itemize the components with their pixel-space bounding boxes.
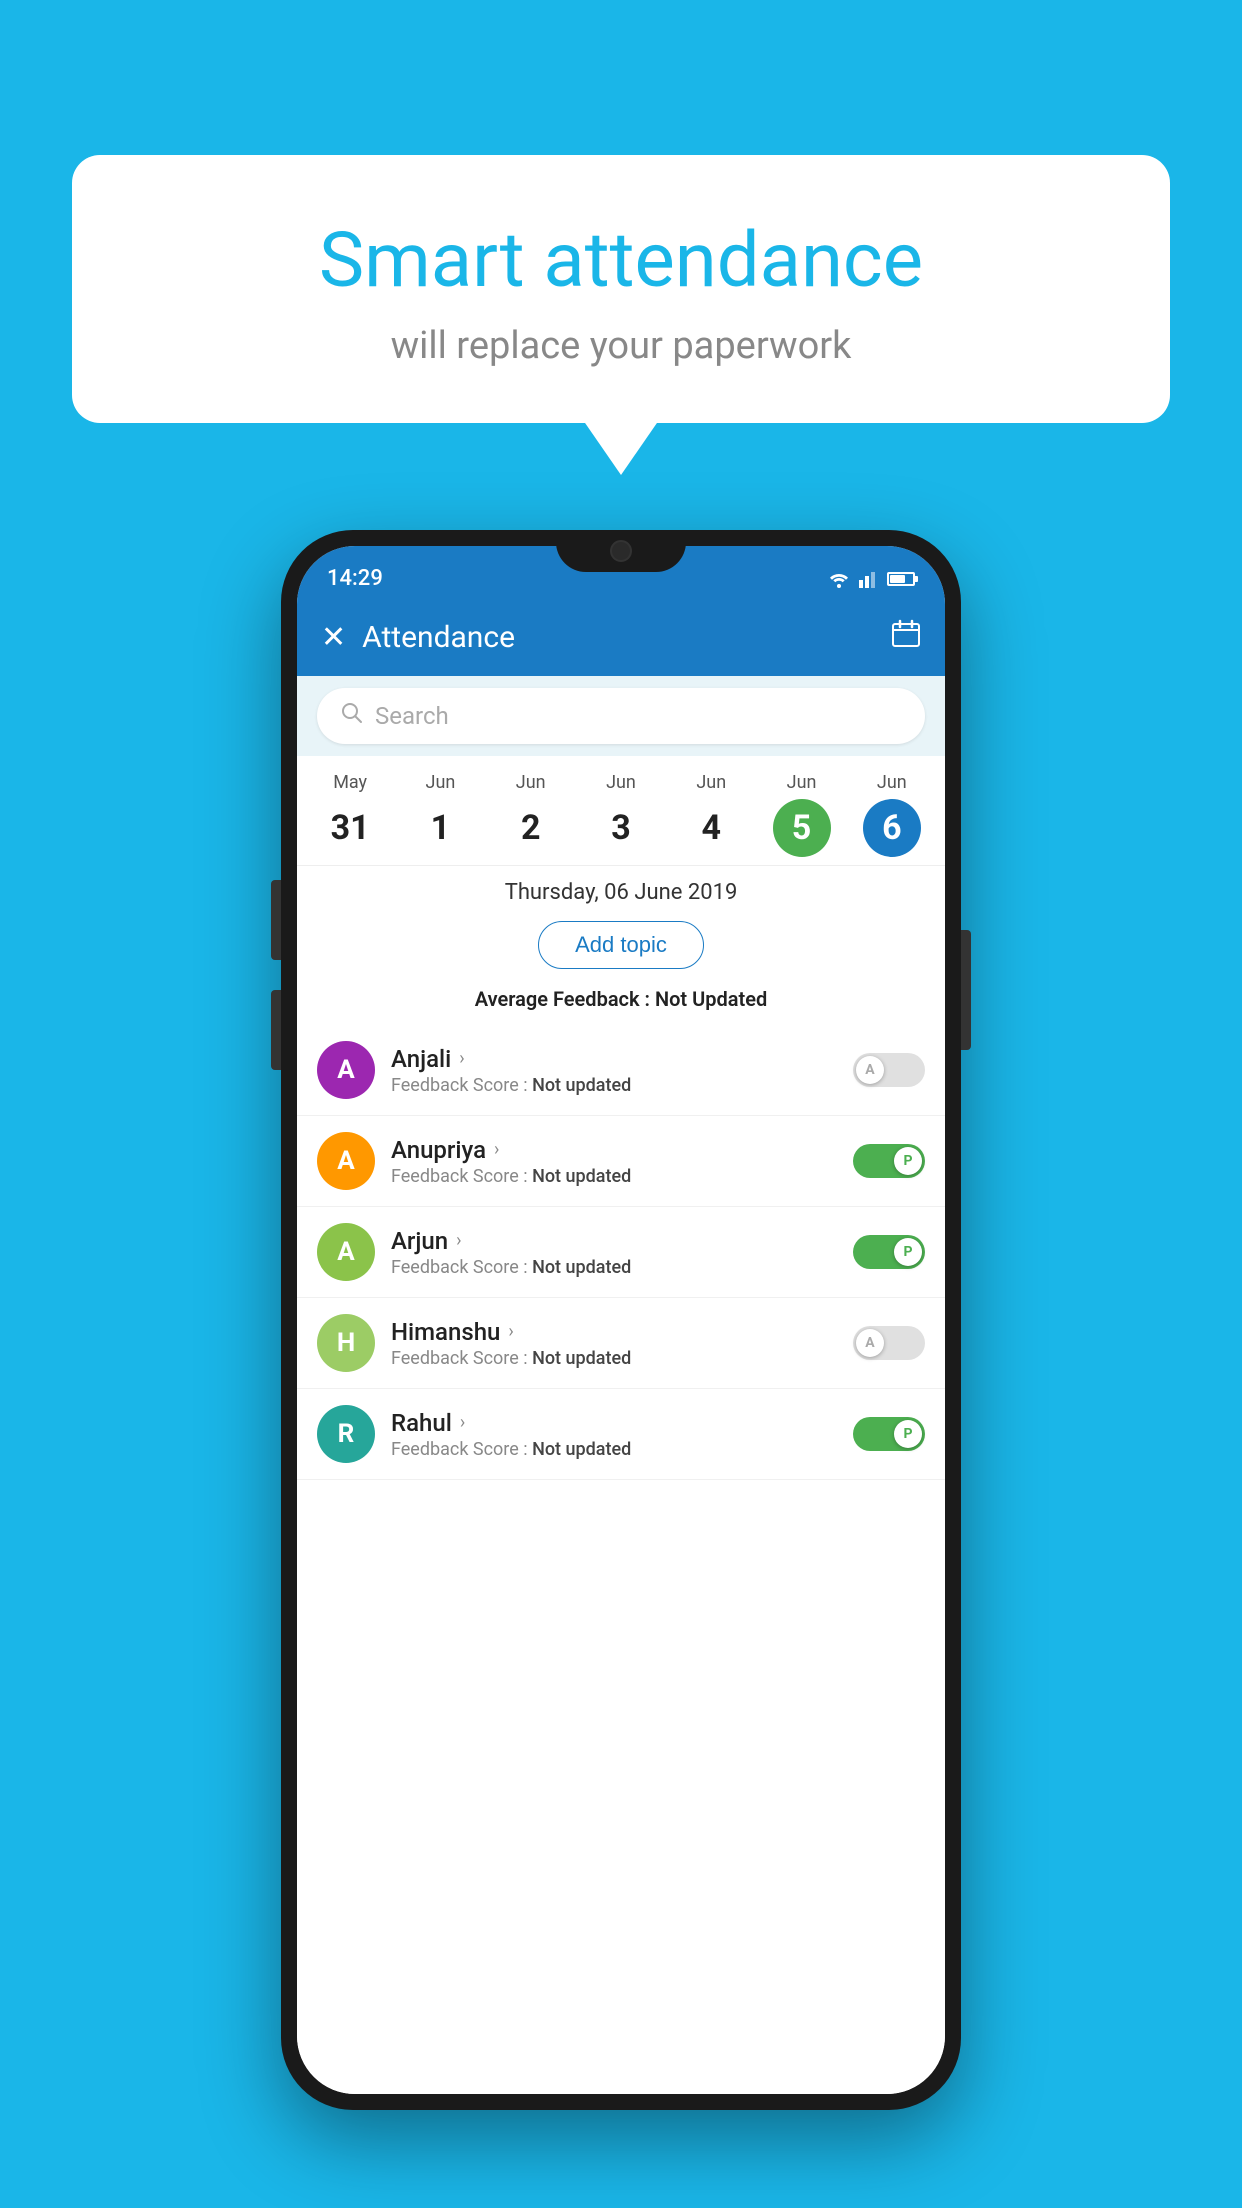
attendance-toggle-container: P — [853, 1235, 925, 1269]
add-topic-container: Add topic — [297, 915, 945, 983]
cal-date-label: 6 — [863, 799, 921, 857]
student-item[interactable]: A Anupriya › Feedback Score : Not updated P — [297, 1116, 945, 1207]
toggle-knob: P — [894, 1147, 922, 1175]
student-info: Anupriya › Feedback Score : Not updated — [391, 1136, 853, 1187]
attendance-toggle[interactable]: P — [853, 1235, 925, 1269]
attendance-toggle[interactable]: P — [853, 1144, 925, 1178]
student-name: Anjali — [391, 1045, 451, 1073]
chevron-right-icon: › — [460, 1412, 465, 1433]
student-avatar: H — [317, 1314, 375, 1372]
calendar-day[interactable]: Jun 4 — [682, 772, 740, 857]
student-info: Himanshu › Feedback Score : Not updated — [391, 1318, 853, 1369]
toggle-knob: P — [894, 1238, 922, 1266]
phone-wrapper: 14:29 — [281, 530, 961, 2110]
feedback-score: Feedback Score : Not updated — [391, 1257, 853, 1278]
attendance-toggle[interactable]: A — [853, 1326, 925, 1360]
search-placeholder: Search — [375, 702, 449, 730]
student-name: Anupriya — [391, 1136, 486, 1164]
calendar-button[interactable] — [891, 619, 921, 656]
attendance-toggle-container: P — [853, 1417, 925, 1451]
phone-notch — [556, 530, 686, 572]
cal-date-label: 2 — [502, 799, 560, 857]
toggle-knob: A — [856, 1329, 884, 1357]
chevron-right-icon: › — [508, 1321, 513, 1342]
signal-icon — [859, 570, 879, 588]
app-bar-left: ✕ Attendance — [321, 620, 515, 655]
cal-month-label: Jun — [516, 772, 546, 793]
calendar-day[interactable]: Jun 6 — [863, 772, 921, 857]
phone-outer: 14:29 — [281, 530, 961, 2110]
calendar-day[interactable]: Jun 3 — [592, 772, 650, 857]
cal-month-label: Jun — [696, 772, 726, 793]
attendance-toggle-container: A — [853, 1326, 925, 1360]
chevron-right-icon: › — [494, 1139, 499, 1160]
cal-month-label: Jun — [787, 772, 817, 793]
feedback-score: Feedback Score : Not updated — [391, 1439, 853, 1460]
calendar-day[interactable]: May 31 — [321, 772, 379, 857]
cal-month-label: Jun — [606, 772, 636, 793]
search-container: Search — [297, 676, 945, 756]
attendance-toggle-container: A — [853, 1053, 925, 1087]
student-item[interactable]: H Himanshu › Feedback Score : Not updatedA — [297, 1298, 945, 1389]
feedback-score: Feedback Score : Not updated — [391, 1166, 853, 1187]
toggle-knob: P — [894, 1420, 922, 1448]
toggle-knob: A — [856, 1056, 884, 1084]
status-time: 14:29 — [327, 566, 383, 591]
student-name: Himanshu — [391, 1318, 500, 1346]
cal-date-label: 3 — [592, 799, 650, 857]
student-item[interactable]: R Rahul › Feedback Score : Not updated P — [297, 1389, 945, 1480]
feedback-score: Feedback Score : Not updated — [391, 1075, 853, 1096]
calendar-day[interactable]: Jun 2 — [502, 772, 560, 857]
search-icon — [341, 702, 363, 730]
student-avatar: R — [317, 1405, 375, 1463]
chevron-right-icon: › — [456, 1230, 461, 1251]
student-name: Arjun — [391, 1227, 448, 1255]
search-bar[interactable]: Search — [317, 688, 925, 744]
app-bar: ✕ Attendance — [297, 601, 945, 676]
power-button[interactable] — [961, 930, 971, 1050]
cal-date-label: 31 — [321, 799, 379, 857]
cal-date-label: 1 — [411, 799, 469, 857]
student-avatar: A — [317, 1223, 375, 1281]
status-icons — [827, 570, 915, 588]
selected-date-label: Thursday, 06 June 2019 — [297, 866, 945, 915]
attendance-toggle[interactable]: A — [853, 1053, 925, 1087]
close-button[interactable]: ✕ — [321, 620, 346, 655]
speech-bubble: Smart attendance will replace your paper… — [72, 155, 1170, 423]
cal-month-label: May — [333, 772, 367, 793]
calendar-day[interactable]: Jun 5 — [773, 772, 831, 857]
student-info: Anjali › Feedback Score : Not updated — [391, 1045, 853, 1096]
battery-icon — [887, 572, 915, 586]
bubble-title: Smart attendance — [122, 215, 1120, 306]
attendance-toggle-container: P — [853, 1144, 925, 1178]
bubble-subtitle: will replace your paperwork — [122, 324, 1120, 368]
attendance-toggle[interactable]: P — [853, 1417, 925, 1451]
student-name: Rahul — [391, 1409, 452, 1437]
student-avatar: A — [317, 1041, 375, 1099]
camera-notch — [610, 540, 632, 562]
volume-down-button[interactable] — [271, 990, 281, 1070]
add-topic-button[interactable]: Add topic — [538, 921, 704, 969]
app-title: Attendance — [362, 620, 515, 655]
calendar-day[interactable]: Jun 1 — [411, 772, 469, 857]
wifi-icon — [827, 570, 851, 588]
student-info: Rahul › Feedback Score : Not updated — [391, 1409, 853, 1460]
cal-date-label: 4 — [682, 799, 740, 857]
cal-month-label: Jun — [426, 772, 456, 793]
phone-screen: 14:29 — [297, 546, 945, 2094]
student-info: Arjun › Feedback Score : Not updated — [391, 1227, 853, 1278]
student-item[interactable]: AAnjali›Feedback Score : Not updatedA — [297, 1025, 945, 1116]
cal-month-label: Jun — [877, 772, 907, 793]
volume-up-button[interactable] — [271, 880, 281, 960]
chevron-right-icon: › — [459, 1048, 464, 1069]
calendar-strip: May 31 Jun 1 Jun 2 Jun 3 Jun 4 Jun 5 Jun 6 — [297, 756, 945, 866]
student-avatar: A — [317, 1132, 375, 1190]
feedback-score: Feedback Score : Not updated — [391, 1348, 853, 1369]
student-list: AAnjali›Feedback Score : Not updatedAAAn… — [297, 1025, 945, 2094]
student-item[interactable]: A Arjun › Feedback Score : Not updated P — [297, 1207, 945, 1298]
cal-date-label: 5 — [773, 799, 831, 857]
avg-feedback: Average Feedback : Not Updated — [297, 983, 945, 1025]
